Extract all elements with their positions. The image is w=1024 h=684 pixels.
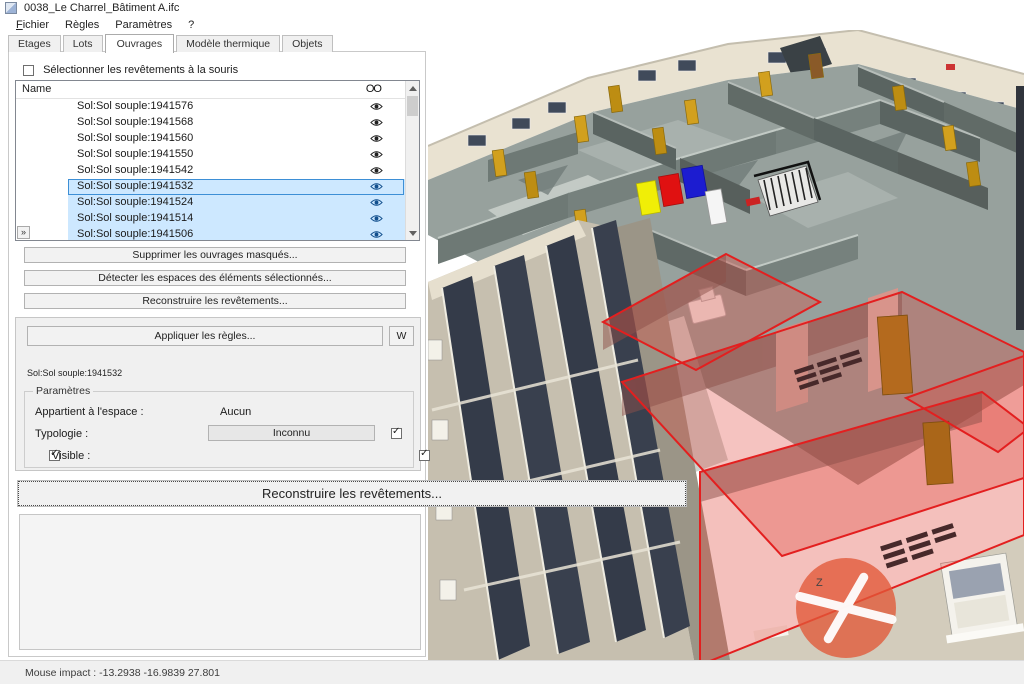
delete-masked-button[interactable]: Supprimer les ouvrages masqués... [24,247,406,263]
list-item-label: Sol:Sol souple:1941514 [77,212,193,224]
list-item-label: Sol:Sol souple:1941560 [77,132,193,144]
status-bar: Mouse impact : -13.2938 -16.9839 27.801 [0,660,1024,684]
list-item-label: Sol:Sol souple:1941550 [77,148,193,160]
menu-fichier[interactable]: Fichier [8,18,57,32]
rebuild-coverings-overlay-button[interactable]: Reconstruire les revêtements... [18,481,686,506]
w-button[interactable]: W [389,326,414,346]
select-coverings-row: Sélectionner les revêtements à la souris [23,64,238,76]
list-item[interactable]: Sol:Sol souple:1941568 [16,115,419,131]
parameters-groupbox: Paramètres Appartient à l'espace : Aucun… [24,391,414,468]
scroll-up-icon[interactable] [406,81,419,95]
select-coverings-checkbox[interactable] [23,65,34,76]
list-item[interactable]: Sol:Sol souple:1941542 [16,163,419,179]
tab-strip: Etages Lots Ouvrages Modèle thermique Ob… [8,34,335,52]
bottom-empty-groupbox [19,514,421,650]
ouvrages-tab-page: Sélectionner les revêtements à la souris… [8,51,426,657]
eye-icon[interactable] [370,230,383,239]
tab-objets[interactable]: Objets [282,35,332,52]
typology-label: Typologie : [35,428,88,440]
eye-icon[interactable] [370,150,383,159]
rules-groupbox: Appliquer les règles... W Sol:Sol souple… [15,317,421,471]
menu-parametres[interactable]: Paramètres [107,18,180,32]
typology-checkbox[interactable] [391,428,402,439]
eye-icon[interactable] [370,182,383,191]
list-item-selected[interactable]: Sol:Sol souple:1941524 [16,195,419,211]
list-item[interactable]: Sol:Sol souple:1941576 [16,99,419,115]
list-corner-button[interactable]: » [17,226,30,239]
tab-etages[interactable]: Etages [8,35,61,52]
list-item-label: Sol:Sol souple:1941532 [77,180,193,192]
3d-viewport[interactable]: Z [428,30,1024,660]
space-value: Aucun [220,406,251,418]
list-item-label: Sol:Sol souple:1941524 [77,196,193,208]
list-item-label: Sol:Sol souple:1941576 [77,100,193,112]
select-coverings-label: Sélectionner les revêtements à la souris [43,64,238,76]
list-item-label: Sol:Sol souple:1941568 [77,116,193,128]
tab-modele-thermique[interactable]: Modèle thermique [176,35,280,52]
detect-spaces-button[interactable]: Détecter les espaces des éléments sélect… [24,270,406,286]
list-header: Name OO [16,81,419,99]
compass-z-label: Z [816,577,823,589]
scroll-down-icon[interactable] [406,226,419,240]
list-item[interactable]: Sol:Sol souple:1941550 [16,147,419,163]
eye-icon[interactable] [370,214,383,223]
name-column-header[interactable]: Name [22,83,51,95]
visible-label: Visible : [52,450,90,462]
menu-regles[interactable]: Règles [57,18,107,32]
apply-rules-button[interactable]: Appliquer les règles... [27,326,383,346]
app-icon [5,2,17,14]
visible-checkbox-right[interactable] [419,450,430,461]
eye-icon[interactable] [370,198,383,207]
list-item-selected[interactable]: Sol:Sol souple:1941514 [16,211,419,227]
eye-icon[interactable] [370,134,383,143]
list-item[interactable]: Sol:Sol souple:1941560 [16,131,419,147]
selected-item: Sol:Sol souple:1941532 [27,369,122,379]
visibility-column-header[interactable]: OO [366,83,381,95]
scroll-thumb[interactable] [407,96,418,116]
parameters-group-label: Paramètres [33,385,93,397]
eye-icon[interactable] [370,166,383,175]
window-title: 0038_Le Charrel_Bâtiment A.ifc [24,2,179,14]
list-item-label: Sol:Sol souple:1941542 [77,164,193,176]
rebuild-coverings-button[interactable]: Reconstruire les revêtements... [24,293,406,309]
list-scrollbar[interactable] [405,81,419,240]
title-bar: 0038_Le Charrel_Bâtiment A.ifc [0,0,1024,16]
menu-help[interactable]: ? [180,18,202,32]
coverings-list[interactable]: Name OO Sol:Sol souple:1941576 Sol:Sol s… [15,80,420,241]
list-item-selected[interactable]: Sol:Sol souple:1941506 [16,227,419,241]
eye-icon[interactable] [370,118,383,127]
typology-button[interactable]: Inconnu [208,425,375,441]
list-item-selected[interactable]: Sol:Sol souple:1941532 [16,179,419,195]
mouse-impact-status: Mouse impact : -13.2938 -16.9839 27.801 [25,667,220,679]
tab-lots[interactable]: Lots [63,35,103,52]
eye-icon[interactable] [370,102,383,111]
list-item-label: Sol:Sol souple:1941506 [77,228,193,240]
space-label: Appartient à l'espace : [35,406,144,418]
tab-ouvrages[interactable]: Ouvrages [105,34,175,53]
